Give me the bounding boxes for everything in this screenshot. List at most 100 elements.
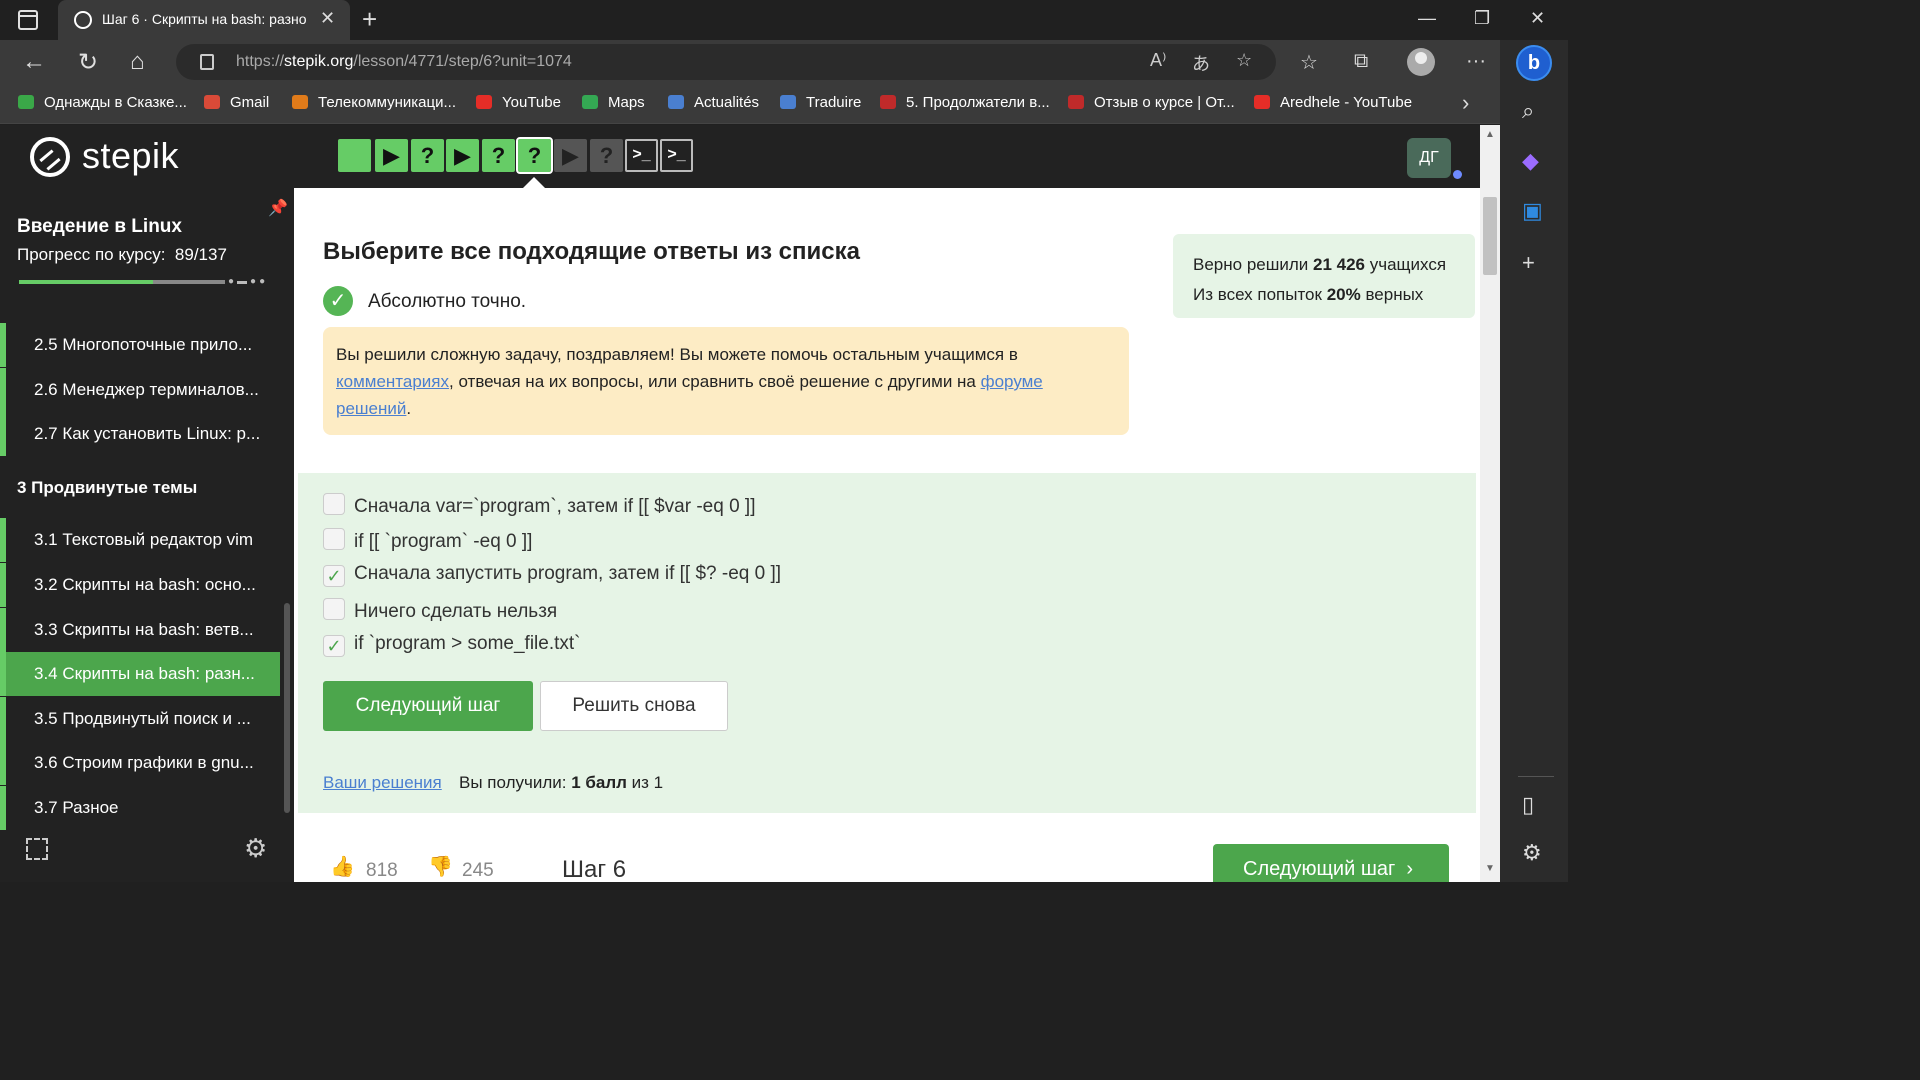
correct-message: Абсолютно точно. [368, 291, 527, 312]
answer-option[interactable]: if [[ `program` -eq 0 ]] [323, 528, 532, 553]
step-3-quiz[interactable]: ? [411, 139, 444, 172]
url-text: https://stepik.org/lesson/4771/step/6?un… [236, 53, 572, 70]
bookmark-item[interactable]: Traduire [780, 94, 861, 111]
bookmark-item[interactable]: Aredhele - YouTube [1254, 94, 1412, 111]
step-10-terminal[interactable]: >_ [660, 139, 693, 172]
bookmark-item[interactable]: YouTube [476, 94, 561, 111]
checkbox-checked[interactable]: ✓ [323, 565, 345, 587]
section-title[interactable]: 3 Продвинутые темы [17, 478, 197, 498]
dislike-icon[interactable]: 👎 [428, 854, 453, 879]
dislike-count: 245 [462, 860, 494, 881]
minimize-icon[interactable]: — [1418, 8, 1436, 29]
translate-page-icon[interactable]: あ [1192, 50, 1210, 76]
step-content: Выберите все подходящие ответы из списка… [294, 188, 1480, 882]
url-field[interactable]: https://stepik.org/lesson/4771/step/6?un… [176, 44, 1276, 80]
collections-icon[interactable]: ⧉ [1354, 50, 1368, 73]
step-1-text[interactable] [338, 139, 371, 172]
lesson-item[interactable]: 3.6 Строим графики в gnu... [0, 741, 280, 785]
notification-dot [1453, 170, 1462, 179]
bookmark-item[interactable]: Телекоммуникаци... [292, 94, 456, 111]
like-icon[interactable]: 👍 [330, 854, 355, 879]
step-7-video[interactable]: ▶ [554, 139, 587, 172]
tab-close-icon[interactable]: ✕ [320, 8, 335, 29]
stepik-page: stepik ▶ ? ▶ ? ? ▶ ? >_ >_ ДГ 📌 Введение… [0, 125, 1500, 882]
gear-icon[interactable]: ⚙ [244, 833, 267, 864]
checkbox-unchecked[interactable] [323, 528, 345, 550]
like-count: 818 [366, 860, 398, 881]
home-icon[interactable]: ⌂ [130, 48, 145, 76]
stepik-logo-text[interactable]: stepik [82, 135, 179, 177]
lesson-item[interactable]: 2.5 Многопоточные прило... [0, 323, 280, 367]
answer-option[interactable]: ✓ Сначала запустить program, затем if [[ … [323, 563, 781, 587]
lesson-item[interactable]: 3.7 Разное [0, 786, 280, 830]
lesson-item[interactable]: 3.3 Скрипты на bash: ветв... [0, 608, 280, 652]
step-6-quiz[interactable]: ? [516, 137, 553, 174]
answer-option[interactable]: Ничего сделать нельзя [323, 598, 557, 623]
sidebar-scrollbar[interactable] [284, 603, 290, 813]
checkbox-checked[interactable]: ✓ [323, 635, 345, 657]
lesson-item[interactable]: 2.6 Менеджер терминалов... [0, 368, 280, 412]
step-9-terminal[interactable]: >_ [625, 139, 658, 172]
bookmark-item[interactable]: Maps [582, 94, 645, 111]
restore-icon[interactable]: ❐ [1474, 8, 1490, 29]
bookmark-item[interactable]: Gmail [204, 94, 269, 111]
browser-tab-active[interactable]: Шаг 6 · Скрипты на bash: разно ✕ [58, 0, 350, 40]
scroll-up-icon[interactable]: ▲ [1485, 129, 1495, 140]
answer-option[interactable]: ✓ if `program > some_file.txt` [323, 633, 581, 657]
bookmark-item[interactable]: Однажды в Сказке... [18, 94, 187, 111]
gmail-icon [204, 95, 220, 109]
lesson-item[interactable]: 3.1 Текстовый редактор vim [0, 518, 280, 562]
back-icon[interactable]: ← [22, 48, 46, 76]
pin-icon[interactable]: 📌 [268, 198, 288, 218]
bookmark-item[interactable]: Actualités [668, 94, 759, 111]
checkbox-unchecked[interactable] [323, 493, 345, 515]
your-solutions-link[interactable]: Ваши решения [323, 773, 442, 793]
page-scrollbar[interactable]: ▲ ▼ [1480, 125, 1500, 882]
read-aloud-icon[interactable]: A⁾ [1150, 50, 1166, 71]
search-icon[interactable]: ⌕ [1522, 98, 1534, 124]
telecom-icon [292, 95, 308, 109]
more-menu-icon[interactable]: ··· [1466, 50, 1486, 73]
favorites-icon[interactable]: ☆ [1300, 50, 1318, 75]
next-step-bottom-button[interactable]: Следующий шаг › [1213, 844, 1449, 882]
bookmark-item[interactable]: Отзыв о курсе | От... [1068, 94, 1235, 111]
progress-dots: ●▬●● [228, 276, 269, 287]
bookmark-item[interactable]: 5. Продолжатели в... [880, 94, 1050, 111]
fullscreen-icon[interactable] [26, 838, 48, 860]
comments-link[interactable]: комментариях [336, 372, 449, 391]
retry-button[interactable]: Решить снова [540, 681, 728, 731]
split-screen-icon[interactable]: ▯ [1522, 792, 1534, 818]
step-5-quiz[interactable]: ? [482, 139, 515, 172]
settings-icon[interactable]: ⚙ [1522, 840, 1542, 866]
chevron-right-icon[interactable]: › [1462, 90, 1469, 116]
scroll-down-icon[interactable]: ▼ [1485, 863, 1495, 874]
new-tab-icon[interactable]: + [362, 4, 377, 35]
step-2-video[interactable]: ▶ [375, 139, 408, 172]
stepik-logo-icon[interactable] [30, 137, 70, 177]
answer-option[interactable]: Сначала var=`program`, затем if [[ $var … [323, 493, 755, 518]
youtube-icon [476, 95, 492, 109]
checkbox-unchecked[interactable] [323, 598, 345, 620]
course-title[interactable]: Введение в Linux [17, 216, 182, 238]
lesson-item[interactable]: 3.5 Продвинутый поиск и ... [0, 697, 280, 741]
step-8-quiz[interactable]: ? [590, 139, 623, 172]
hd-icon [18, 95, 34, 109]
step-4-video[interactable]: ▶ [446, 139, 479, 172]
refresh-icon[interactable]: ↻ [78, 48, 98, 77]
bing-icon[interactable]: b [1516, 45, 1552, 81]
copilot-icon[interactable]: ◆ [1522, 148, 1539, 174]
add-favorite-icon[interactable]: ☆ [1236, 50, 1252, 71]
profile-avatar[interactable] [1407, 48, 1435, 76]
user-avatar[interactable]: ДГ [1407, 138, 1451, 178]
lock-icon[interactable] [200, 54, 214, 70]
window-close-icon[interactable]: ✕ [1530, 8, 1545, 29]
add-sidebar-icon[interactable]: + [1522, 250, 1535, 276]
page-scroll-thumb[interactable] [1483, 197, 1497, 275]
outlook-icon[interactable]: ▣ [1522, 198, 1543, 224]
tab-actions-icon[interactable] [18, 10, 38, 30]
lesson-item-active[interactable]: 3.4 Скрипты на bash: разн... [0, 652, 280, 696]
youtube-icon [1254, 95, 1270, 109]
next-step-button[interactable]: Следующий шаг [323, 681, 533, 731]
lesson-item[interactable]: 2.7 Как установить Linux: р... [0, 412, 280, 456]
lesson-item[interactable]: 3.2 Скрипты на bash: осно... [0, 563, 280, 607]
